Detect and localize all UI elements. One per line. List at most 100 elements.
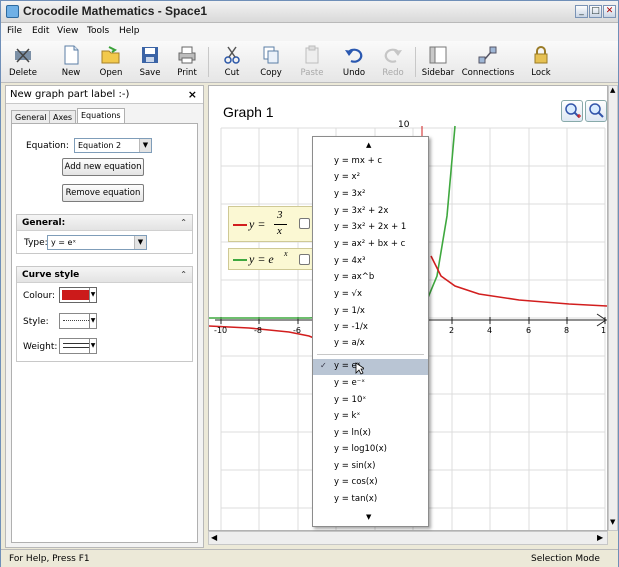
menu-item[interactable]: y = tan(x) [313,492,428,508]
tab-equations[interactable]: Equations [77,108,125,124]
scroll-down-icon[interactable]: ▼ [366,513,371,521]
panel-close-icon[interactable]: × [188,88,197,101]
menu-item[interactable]: y = kˣ [313,409,428,425]
menu-item[interactable]: y = ax² + bx + c [313,237,428,253]
zoom-in-icon [565,103,581,118]
horizontal-scrollbar[interactable]: ◀ ▶ [208,531,608,545]
menu-item[interactable]: y = log10(x) [313,442,428,458]
scroll-right-icon[interactable]: ▶ [597,533,603,542]
x-tick-label: 6 [526,326,532,335]
copy-icon [263,46,279,64]
delete-button[interactable]: Delete [7,43,39,81]
menu-item[interactable]: y = 4x³ [313,254,428,270]
equation-label-exponential[interactable]: y = e x [228,248,314,270]
general-group-header[interactable]: General: ⌃ [17,215,192,231]
menu-item-selected[interactable]: ✓ y = eˣ [313,359,428,375]
scroll-up-icon[interactable]: ▲ [366,141,371,149]
legend-denominator: x [277,225,282,237]
menu-bar: File Edit View Tools Help [1,23,618,41]
line-style-picker[interactable]: ▼ [59,313,97,329]
paste-button[interactable]: Paste [297,43,327,81]
title-bar: Crocodile Mathematics - Space1 _ □ ✕ [1,1,618,23]
menu-edit[interactable]: Edit [32,26,49,36]
x-tick-label: 1 [601,326,607,335]
open-button[interactable]: Open [95,43,127,81]
legend-exponent: x [284,249,288,258]
sidebar-icon [429,46,447,64]
close-button[interactable]: ✕ [603,5,616,18]
curve-style-header[interactable]: Curve style ⌃ [17,267,192,283]
colour-picker[interactable]: ▼ [59,287,97,303]
new-button[interactable]: New [57,43,85,81]
menu-tools[interactable]: Tools [87,26,109,36]
add-equation-button[interactable]: Add new equation [62,158,144,176]
status-help-text: For Help, Press F1 [9,554,90,564]
tab-general[interactable]: General [11,110,51,124]
maximize-button[interactable]: □ [589,5,602,18]
undo-button[interactable]: Undo [340,43,368,81]
menu-item[interactable]: y = mx + c [313,154,428,170]
y-axis-top-label: 10 [398,120,410,130]
minimize-button[interactable]: _ [575,5,588,18]
legend-numerator: 3 [277,209,283,221]
menu-item[interactable]: y = -1/x [313,320,428,336]
copy-button[interactable]: Copy [256,43,286,81]
chevron-down-icon: ▼ [89,339,96,353]
print-button[interactable]: Print [173,43,201,81]
menu-file[interactable]: File [7,26,22,36]
zoom-out-button[interactable] [585,100,607,122]
redo-button[interactable]: Redo [379,43,407,81]
legend-swatch-red [233,224,247,226]
general-group: General: ⌃ Type: y = eˣ ▼ [16,214,193,254]
equation-type-dropdown: ▲ y = mx + c y = x² y = 3x² y = 3x² + 2x… [312,136,429,527]
checkmark-icon: ✓ [320,361,327,370]
vertical-scrollbar[interactable]: ▲ ▼ [608,85,618,531]
menu-item[interactable]: y = 3x² [313,187,428,203]
menu-item[interactable]: y = ln(x) [313,426,428,442]
menu-item[interactable]: y = e⁻ˣ [313,376,428,392]
connections-button[interactable]: Connections [460,43,516,81]
toolbar-separator [415,47,416,77]
menu-item[interactable]: y = 3x² + 2x + 1 [313,220,428,236]
menu-item[interactable]: y = 1/x [313,304,428,320]
menu-item[interactable]: y = 10ˣ [313,393,428,409]
equation-label-reciprocal[interactable]: y = 3 x [228,206,314,242]
equation-select[interactable]: Equation 2 ▼ [74,138,152,153]
menu-view[interactable]: View [57,26,78,36]
visibility-checkbox[interactable] [299,218,310,229]
style-label: Style: [23,317,49,327]
open-folder-icon [101,46,120,64]
remove-equation-button[interactable]: Remove equation [62,184,144,202]
scroll-left-icon[interactable]: ◀ [211,533,217,542]
menu-separator [317,354,424,355]
line-weight-picker[interactable]: ▼ [59,338,97,354]
menu-item[interactable]: y = 3x² + 2x [313,204,428,220]
legend-lhs: y = [249,217,266,231]
type-select[interactable]: y = eˣ ▼ [47,235,147,250]
weight-label: Weight: [23,342,58,352]
zoom-in-button[interactable] [561,100,583,122]
menu-item[interactable]: y = ax^b [313,270,428,286]
save-button[interactable]: Save [136,43,164,81]
lock-button[interactable]: Lock [528,43,554,81]
menu-item[interactable]: y = a/x [313,336,428,352]
menu-help[interactable]: Help [119,26,140,36]
x-tick-label: -8 [254,326,262,335]
menu-item[interactable]: y = √x [313,287,428,303]
menu-item[interactable]: y = cos(x) [313,475,428,491]
zoom-out-icon [589,103,604,118]
sidebar-label: Sidebar [421,68,455,78]
sidebar-button[interactable]: Sidebar [420,43,456,81]
scroll-up-icon[interactable]: ▲ [610,86,615,94]
redo-icon [384,48,402,63]
scissors-icon [224,46,240,64]
cut-button[interactable]: Cut [220,43,244,81]
tab-axes[interactable]: Axes [49,110,77,124]
mouse-pointer-icon [355,362,364,375]
menu-item[interactable]: y = sin(x) [313,459,428,475]
printer-icon [178,46,196,64]
collapse-chevron-icon: ⌃ [180,270,187,279]
scroll-down-icon[interactable]: ▼ [610,518,615,526]
visibility-checkbox[interactable] [299,254,310,265]
menu-item[interactable]: y = x² [313,170,428,186]
